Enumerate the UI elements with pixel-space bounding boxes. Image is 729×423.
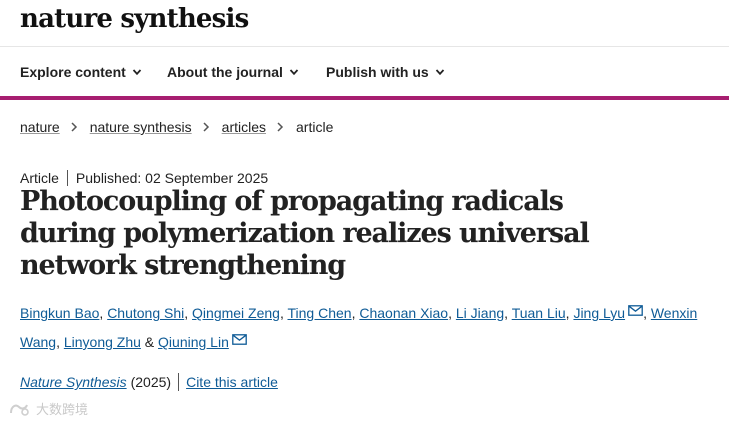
article-meta: Article Published: 02 September 2025: [20, 170, 268, 186]
author-separator: ,: [99, 305, 104, 321]
nav-label: Explore content: [20, 64, 126, 80]
author-separator: ,: [184, 305, 189, 321]
chevron-right-icon: [71, 122, 77, 132]
author-separator: ,: [279, 305, 284, 321]
site-header: nature synthesis: [0, 0, 729, 46]
chevron-down-icon: [132, 69, 141, 76]
article-type: Article: [20, 170, 59, 186]
breadcrumb-current: article: [296, 119, 334, 135]
breadcrumb: nature nature synthesis articles article: [20, 119, 333, 135]
journal-logo[interactable]: nature synthesis: [20, 4, 249, 34]
published-date: Published: 02 September 2025: [75, 170, 269, 186]
author-separator: ,: [448, 305, 452, 321]
journal-link[interactable]: Nature Synthesis: [20, 374, 127, 390]
author-link[interactable]: Chaonan Xiao: [359, 305, 448, 321]
chevron-down-icon: [435, 69, 444, 76]
author-link[interactable]: Linyong Zhu: [64, 334, 141, 350]
nav-label: Publish with us: [326, 64, 429, 80]
author-link[interactable]: Jing Lyu: [573, 305, 625, 321]
author-link[interactable]: Qingmei Zeng: [192, 305, 280, 321]
citation-divider: [178, 373, 180, 391]
watermark: 大数跨境: [8, 399, 88, 418]
author-link[interactable]: Ting Chen: [288, 305, 352, 321]
meta-divider: [66, 170, 68, 186]
author-link[interactable]: Qiuning Lin: [158, 334, 229, 350]
nav-explore-content[interactable]: Explore content: [20, 64, 142, 80]
author-separator: ,: [351, 305, 356, 321]
main-nav: Explore content About the journal Publis…: [0, 47, 729, 97]
author-list: Bingkun Bao, Chutong Shi, Qingmei Zeng, …: [20, 299, 710, 357]
author-separator: ,: [56, 334, 60, 350]
mail-icon[interactable]: [628, 305, 643, 316]
mail-icon[interactable]: [232, 334, 247, 345]
citation-year: (2025): [130, 374, 172, 390]
author-separator: ,: [643, 305, 647, 321]
chevron-right-icon: [203, 122, 209, 132]
author-separator: ,: [504, 305, 509, 321]
breadcrumb-nature[interactable]: nature: [20, 119, 60, 135]
article-title: Photocoupling of propagating radicals du…: [20, 186, 590, 281]
watermark-logo-icon: [10, 404, 29, 416]
citation-line: Nature Synthesis (2025) Cite this articl…: [20, 373, 278, 391]
breadcrumb-nature-synthesis[interactable]: nature synthesis: [90, 119, 192, 135]
author-link[interactable]: Tuan Liu: [512, 305, 566, 321]
chevron-right-icon: [277, 122, 284, 132]
author-link[interactable]: Li Jiang: [456, 305, 504, 321]
accent-bar: [0, 96, 729, 100]
breadcrumb-articles[interactable]: articles: [222, 119, 266, 135]
nav-about-the-journal[interactable]: About the journal: [167, 64, 299, 80]
author-separator: ,: [565, 305, 570, 321]
nav-publish-with-us[interactable]: Publish with us: [326, 64, 445, 80]
author-link[interactable]: Chutong Shi: [107, 305, 184, 321]
author-link[interactable]: Bingkun Bao: [20, 305, 99, 321]
chevron-down-icon: [289, 69, 299, 76]
author-conjunction: &: [144, 334, 155, 350]
cite-this-article-link[interactable]: Cite this article: [186, 374, 278, 390]
nav-label: About the journal: [167, 64, 283, 80]
watermark-text: 大数跨境: [36, 402, 89, 417]
